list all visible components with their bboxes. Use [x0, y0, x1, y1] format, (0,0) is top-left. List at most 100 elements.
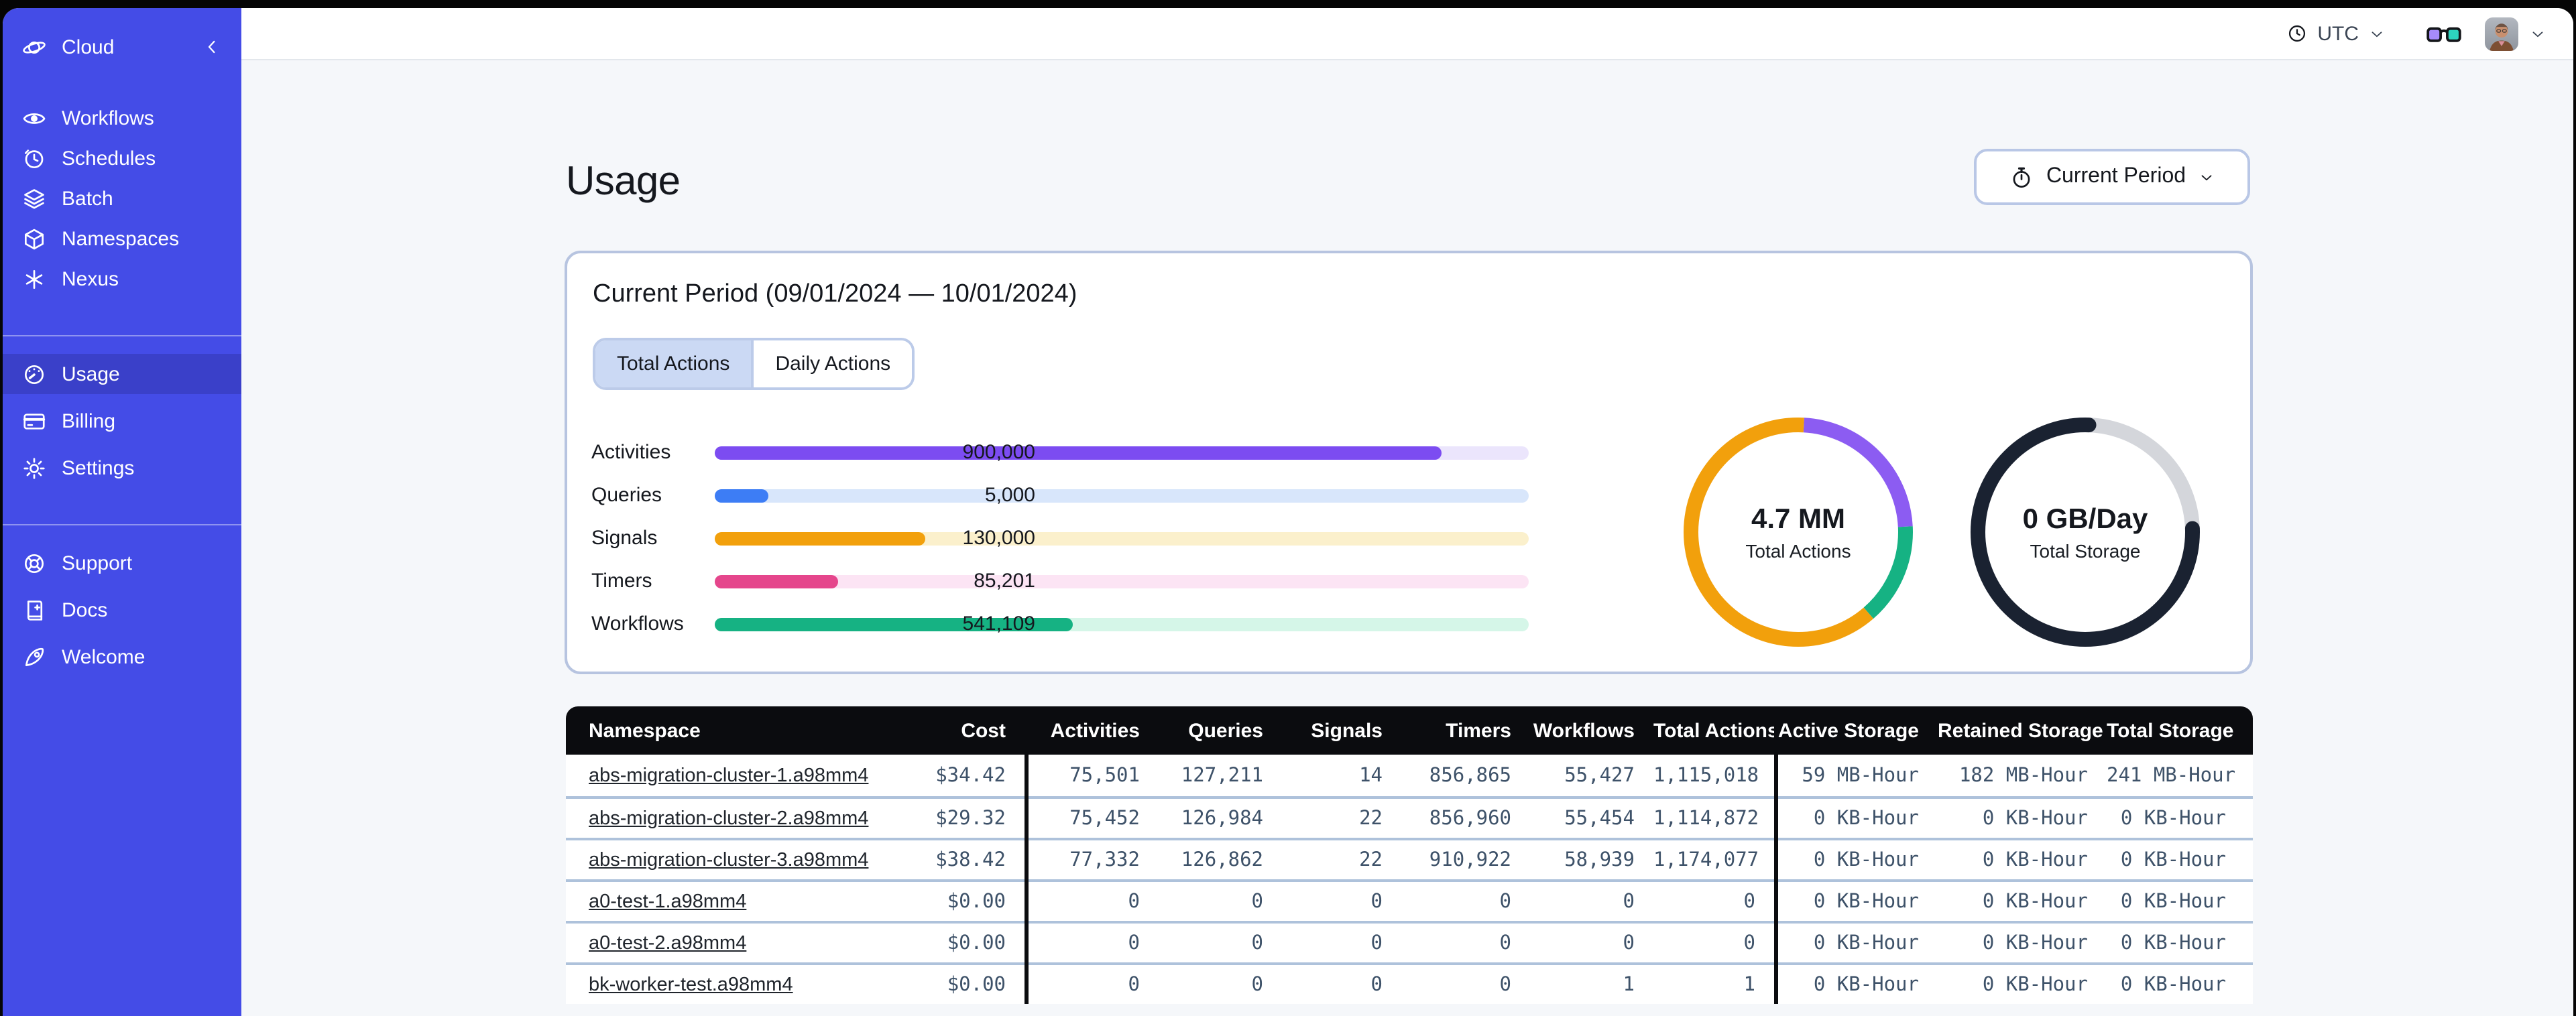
sidebar-item-label: Workflows [62, 107, 154, 129]
chevron-down-icon [2368, 25, 2386, 42]
cell-total_actions: 0 [1743, 891, 1755, 912]
table-row: abs-migration-cluster-2.a98mm4 $29.32 75,4… [566, 796, 2253, 838]
timezone-selector[interactable]: UTC [2286, 22, 2386, 45]
cell-signals: 0 [1370, 974, 1383, 995]
bar-track [715, 618, 1529, 631]
sidebar-item-welcome[interactable]: Welcome [3, 637, 241, 677]
cell-queries: 126,862 [1181, 849, 1263, 871]
total-actions-donut: 4.7 MM Total Actions [1676, 410, 1920, 654]
total-storage-value: 0 GB/Day [2022, 503, 2148, 534]
sidebar-groups: Workflows Schedules Batch Namespaces Nexus Us… [3, 98, 241, 684]
sidebar-item-label: Settings [62, 456, 135, 479]
cell-cost: $38.42 [935, 849, 1006, 871]
sidebar-item-settings[interactable]: Settings [3, 448, 241, 488]
cell-active_storage: 0 KB-Hour [1813, 932, 1919, 954]
cell-active_storage: 59 MB-Hour [1802, 765, 1919, 786]
cell-retained_storage: 0 KB-Hour [1982, 808, 2088, 829]
namespace-link[interactable]: abs-migration-cluster-1.a98mm4 [589, 765, 868, 786]
namespace-link[interactable]: bk-worker-test.a98mm4 [589, 974, 793, 995]
cell-total_storage: 241 MB-Hour [2107, 765, 2236, 786]
sidebar-item-docs[interactable]: Docs [3, 590, 241, 630]
sidebar-item-schedules[interactable]: Schedules [3, 138, 241, 178]
cell-signals: 22 [1359, 808, 1383, 829]
cell-activities: 0 [1128, 932, 1140, 954]
sidebar-brand-label: Cloud [62, 36, 115, 58]
cell-queries: 127,211 [1181, 765, 1263, 786]
cell-active_storage: 0 KB-Hour [1813, 808, 1919, 829]
usage-icon [21, 361, 47, 387]
namespace-link[interactable]: abs-migration-cluster-3.a98mm4 [589, 849, 868, 871]
cell-retained_storage: 0 KB-Hour [1982, 891, 2088, 912]
nexus-icon [21, 266, 47, 292]
cell-queries: 0 [1251, 932, 1263, 954]
cell-activities: 0 [1128, 891, 1140, 912]
account-menu[interactable] [2485, 17, 2546, 50]
workflows-icon [21, 105, 47, 131]
table-column-divider [1024, 755, 1029, 1004]
sidebar-item-nexus[interactable]: Nexus [3, 259, 241, 299]
bar-row-workflows: Workflows 541,109 [567, 603, 1653, 646]
collapse-sidebar-icon[interactable] [201, 36, 223, 58]
cell-activities: 77,332 [1069, 849, 1140, 871]
sidebar-item-billing[interactable]: Billing [3, 401, 241, 441]
cell-signals: 22 [1359, 849, 1383, 871]
page-title: Usage [566, 160, 681, 204]
total-actions-label: Total Actions [1745, 539, 1851, 561]
bar-fill [715, 575, 839, 588]
sidebar-divider [3, 335, 241, 336]
billing-icon [21, 408, 47, 434]
cell-total_storage: 0 KB-Hour [2120, 849, 2226, 871]
sidebar-item-support[interactable]: Support [3, 543, 241, 583]
cell-timers: 0 [1499, 891, 1511, 912]
cell-total_storage: 0 KB-Hour [2120, 932, 2226, 954]
bar-value: 541,109 [962, 613, 1035, 635]
cell-queries: 0 [1251, 891, 1263, 912]
cell-queries: 126,984 [1181, 808, 1263, 829]
sidebar-item-label: Welcome [62, 645, 145, 668]
sidebar-item-label: Batch [62, 187, 113, 210]
cell-total_storage: 0 KB-Hour [2120, 808, 2226, 829]
sidebar-item-batch[interactable]: Batch [3, 178, 241, 218]
sidebar-item-namespaces[interactable]: Namespaces [3, 218, 241, 259]
namespace-link[interactable]: abs-migration-cluster-2.a98mm4 [589, 808, 868, 829]
tab-daily-actions[interactable]: Daily Actions [751, 340, 913, 387]
sidebar-item-usage[interactable]: Usage [3, 354, 241, 394]
cell-cost: $0.00 [947, 974, 1006, 995]
namespace-usage-table: Namespace Cost Activities Queries Signals Tim… [566, 706, 2253, 1004]
namespace-link[interactable]: a0-test-1.a98mm4 [589, 891, 746, 912]
column-header-active_storage: Active Storage [1777, 719, 1919, 742]
column-header-queries: Queries [1188, 719, 1263, 742]
top-bar: UTC [241, 8, 2573, 60]
cell-activities: 0 [1128, 974, 1140, 995]
card-title: Current Period (09/01/2024 — 10/01/2024) [593, 280, 1077, 308]
cell-timers: 0 [1499, 932, 1511, 954]
column-header-cost: Cost [961, 719, 1006, 742]
bar-value: 900,000 [962, 441, 1035, 464]
namespace-link[interactable]: a0-test-2.a98mm4 [589, 932, 746, 954]
total-actions-value: 4.7 MM [1751, 503, 1845, 534]
support-icon [21, 550, 47, 576]
sidebar-group: Support Docs Welcome [3, 543, 241, 677]
period-selector-button[interactable]: Current Period [1974, 149, 2250, 205]
total-storage-label: Total Storage [2030, 539, 2141, 561]
bar-fill [715, 532, 925, 546]
sidebar-brand[interactable]: Cloud [3, 27, 241, 67]
bar-label: Queries [591, 484, 662, 507]
column-header-total_storage: Total Storage [2107, 719, 2234, 742]
tab-total-actions[interactable]: Total Actions [595, 340, 752, 387]
cell-namespace: bk-worker-test.a98mm4 [566, 972, 874, 997]
feedback-glasses-button[interactable] [2426, 22, 2462, 45]
cell-cost: $34.42 [935, 765, 1006, 786]
avatar[interactable] [2485, 17, 2518, 50]
cell-retained_storage: 0 KB-Hour [1982, 849, 2088, 871]
column-header-namespace: Namespace [589, 719, 701, 742]
cell-total_actions: 1,174,077 [1653, 849, 1759, 871]
bar-fill [715, 446, 1442, 460]
cell-cost: $29.32 [935, 808, 1006, 829]
bar-label: Workflows [591, 613, 684, 635]
bar-track [715, 532, 1529, 546]
cell-active_storage: 0 KB-Hour [1813, 891, 1919, 912]
sidebar-item-workflows[interactable]: Workflows [3, 98, 241, 138]
sidebar-item-label: Billing [62, 409, 116, 432]
table-row: bk-worker-test.a98mm4 $0.00 0 0 0 0 1 1 0 KB-Hou… [566, 962, 2253, 1004]
